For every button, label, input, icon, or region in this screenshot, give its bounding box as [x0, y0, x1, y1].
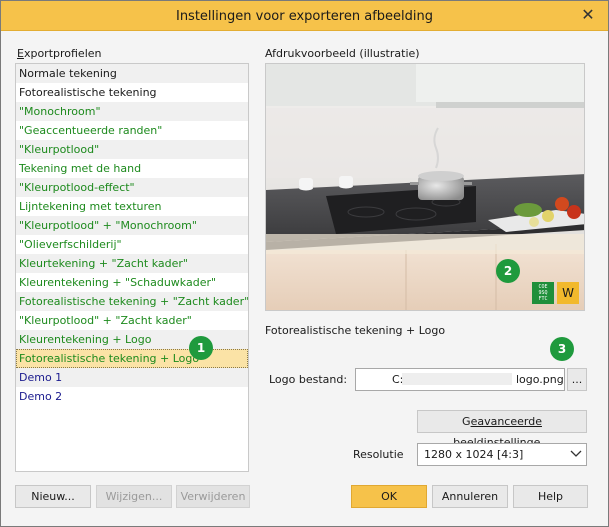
list-item[interactable]: Tekening met de hand — [16, 159, 248, 178]
list-item[interactable]: "Kleurpotlood-effect" — [16, 178, 248, 197]
chevron-down-icon — [570, 450, 582, 457]
list-item[interactable]: Normale tekening — [16, 64, 248, 83]
new-profile-button[interactable]: Nieuw... — [15, 485, 91, 508]
browse-button[interactable]: ... — [567, 368, 587, 391]
close-icon[interactable]: ✕ — [580, 6, 596, 24]
export-settings-dialog: Instellingen voor exporteren afbeelding … — [0, 0, 609, 527]
profiles-label: Exportprofielen — [17, 47, 102, 60]
help-button[interactable]: Help — [513, 485, 588, 508]
logo-file-label: Logo bestand: — [269, 373, 348, 386]
list-item[interactable]: "Kleurpotlood" — [16, 140, 248, 159]
callout-badge-1: 1 — [189, 336, 213, 360]
list-item[interactable]: Fotorealistische tekening + "Zacht kader… — [16, 292, 248, 311]
list-item[interactable]: "Geaccentueerde randen" — [16, 121, 248, 140]
list-item[interactable]: "Monochroom" — [16, 102, 248, 121]
edit-profile-button[interactable]: Wijzigen... — [96, 485, 172, 508]
logo-green-badge: COE 9SQ FTC — [532, 282, 554, 304]
advanced-image-settings-button[interactable]: Geavanceerde beeldinstellinge... — [417, 410, 587, 449]
preview-caption: Fotorealistische tekening + Logo — [265, 324, 446, 337]
ok-button[interactable]: OK — [351, 485, 427, 508]
list-item[interactable]: "Kleurpotlood" + "Zacht kader" — [16, 311, 248, 330]
resolution-select[interactable]: 1280 x 1024 [4:3] — [417, 443, 587, 466]
delete-profile-button[interactable]: Verwijderen — [176, 485, 250, 508]
list-item[interactable]: Fotorealistische tekening + Logo — [16, 349, 248, 368]
list-item[interactable]: "Olieverfschilderij" — [16, 235, 248, 254]
list-item[interactable]: "Kleurpotlood" + "Monochroom" — [16, 216, 248, 235]
list-item[interactable]: Kleurentekening + Logo — [16, 330, 248, 349]
resolution-label: Resolutie — [353, 448, 404, 461]
logo-file-field[interactable]: C: logo.png — [355, 368, 565, 391]
logo-file-path-redacted — [402, 373, 512, 385]
preview-image: COE 9SQ FTC W — [265, 63, 585, 311]
list-item[interactable]: Fotorealistische tekening — [16, 83, 248, 102]
resolution-value: 1280 x 1024 [4:3] — [424, 448, 524, 461]
list-item[interactable]: Lijntekening met texturen — [16, 197, 248, 216]
title-bar: Instellingen voor exporteren afbeelding … — [1, 1, 608, 31]
callout-badge-2: 2 — [496, 259, 520, 283]
list-item[interactable]: Kleurtekening + "Zacht kader" — [16, 254, 248, 273]
logo-yellow-badge: W — [557, 282, 579, 304]
list-item[interactable]: Demo 1 — [16, 368, 248, 387]
callout-badge-3: 3 — [550, 337, 574, 361]
logo-file-suffix: logo.png — [516, 373, 564, 386]
list-item[interactable]: Kleurentekening + "Schaduwkader" — [16, 273, 248, 292]
list-item[interactable]: Demo 2 — [16, 387, 248, 406]
preview-label: Afdrukvoorbeeld (illustratie) — [265, 47, 420, 60]
profiles-list[interactable]: Normale tekening Fotorealistische tekenin… — [15, 63, 249, 472]
cancel-button[interactable]: Annuleren — [432, 485, 508, 508]
dialog-title: Instellingen voor exporteren afbeelding — [175, 9, 433, 24]
kitchen-illustration — [266, 64, 584, 310]
